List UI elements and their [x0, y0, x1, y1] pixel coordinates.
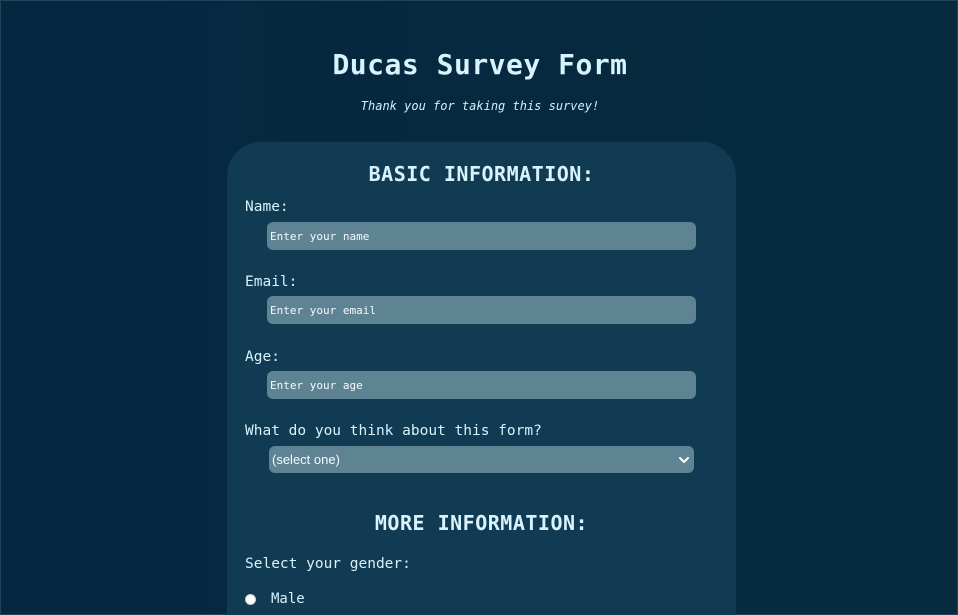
page-title: Ducas Survey Form	[332, 48, 628, 81]
age-input[interactable]	[267, 371, 696, 399]
male-radio-label: Male	[271, 591, 305, 607]
name-input[interactable]	[267, 222, 696, 250]
chevron-down-icon	[679, 457, 689, 463]
survey-form: BASIC INFORMATION: Name: Email: Age: Wha…	[227, 142, 736, 615]
email-input[interactable]	[267, 296, 696, 324]
opinion-label: What do you think about this form?	[245, 423, 542, 439]
gender-option-male[interactable]: Male	[245, 591, 305, 607]
page-subtitle: Thank you for taking this survey!	[360, 99, 600, 113]
more-information-heading: MORE INFORMATION:	[374, 511, 589, 535]
opinion-select-value: (select one)	[272, 452, 340, 467]
age-label: Age:	[245, 349, 280, 365]
gender-label: Select your gender:	[245, 556, 411, 572]
opinion-select[interactable]: (select one)	[269, 446, 694, 473]
name-label: Name:	[245, 199, 289, 215]
email-label: Email:	[245, 274, 298, 290]
basic-information-heading: BASIC INFORMATION:	[368, 162, 595, 186]
male-radio[interactable]	[245, 593, 256, 605]
